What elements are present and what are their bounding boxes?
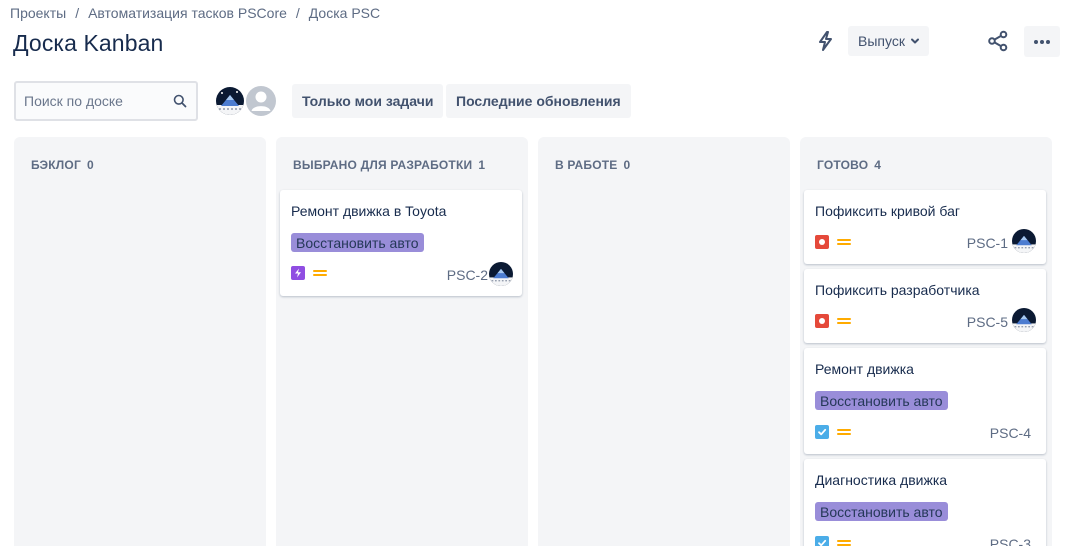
recently-updated-filter[interactable]: Последние обновления [446,84,631,118]
only-my-issues-filter[interactable]: Только мои задачи [292,84,444,118]
priority-medium-icon [837,237,851,247]
priority-medium-icon [837,427,851,437]
issue-key: PSC-4 [989,425,1031,441]
assignee-avatar[interactable] [1012,308,1036,332]
breadcrumb-separator: / [75,5,80,21]
more-icon [1034,39,1050,44]
column-count: 0 [623,158,631,172]
user-avatar-unassigned[interactable] [245,85,277,117]
breadcrumb-separator: / [295,5,300,21]
header-actions: Выпуск [0,25,1069,59]
column-count: 0 [86,158,94,172]
column-selected-for-development: ВЫБРАНО ДЛЯ РАЗРАБОТКИ 1 Ремонт движка в … [276,137,528,546]
person-icon [246,86,276,116]
issue-card[interactable]: Диагностика движка Восстановить авто PSC… [804,459,1046,546]
issue-card[interactable]: Ремонт движка Восстановить авто PSC-4 [804,348,1046,454]
priority-medium-icon [837,316,851,326]
assignee-avatar[interactable] [489,262,513,286]
breadcrumb-projects[interactable]: Проекты [10,5,66,21]
issue-card[interactable]: Ремонт движка в Toyota Восстановить авто… [280,190,522,296]
issue-summary: Ремонт движка в Toyota [291,203,447,219]
column-in-progress: В РАБОТЕ 0 [538,137,790,546]
column-done: ГОТОВО 4 Пофиксить кривой баг PSC-1 Пофи… [800,137,1052,546]
user-avatar-1[interactable] [214,85,246,117]
issue-summary: Пофиксить кривой баг [815,203,960,219]
column-header: БЭКЛОГ 0 [31,158,94,172]
release-label: Выпуск [858,33,905,49]
issue-key: PSC-2 [446,267,488,283]
issue-card[interactable]: Пофиксить разработчика PSC-5 [804,269,1046,343]
column-count: 1 [478,158,486,172]
automation-button[interactable] [810,25,842,57]
board-search [14,81,198,121]
chevron-down-icon [910,38,919,44]
column-title: ВЫБРАНО ДЛЯ РАЗРАБОТКИ [293,158,473,172]
more-actions-button[interactable] [1024,26,1060,57]
kanban-board: БЭКЛОГ 0 ВЫБРАНО ДЛЯ РАЗРАБОТКИ 1 Ремонт д… [0,137,1069,546]
issue-summary: Диагностика движка [815,472,948,488]
column-title: ГОТОВО [817,158,869,172]
column-title: БЭКЛОГ [31,158,81,172]
lightning-icon [819,31,832,51]
board-toolbar: Только мои задачи Последние обновления [0,81,1069,121]
issue-card[interactable]: Пофиксить кривой баг PSC-1 [804,190,1046,264]
share-button[interactable] [982,25,1014,57]
share-icon [988,30,1008,52]
bug-icon [815,235,829,249]
breadcrumb-board[interactable]: Доска PSC [309,5,380,21]
column-header: В РАБОТЕ 0 [555,158,630,172]
priority-medium-icon [313,268,327,278]
search-input[interactable] [24,93,164,109]
issue-key: PSC-1 [966,235,1008,251]
issue-key: PSC-5 [966,314,1008,330]
lightning-icon [291,266,305,280]
avatar-image [216,87,244,115]
issue-summary: Ремонт движка [815,361,914,377]
column-count: 4 [874,158,882,172]
epic-label: Восстановить авто [815,391,948,410]
column-title: В РАБОТЕ [555,158,618,172]
column-header: ВЫБРАНО ДЛЯ РАЗРАБОТКИ 1 [293,158,485,172]
checkbox-task-icon [815,536,829,546]
assignee-avatar[interactable] [1012,229,1036,253]
breadcrumb: Проекты / Автоматизация тасков PSCore / … [10,5,380,21]
priority-medium-icon [837,538,851,546]
issue-summary: Пофиксить разработчика [815,282,980,298]
bug-icon [815,314,829,328]
breadcrumb-project[interactable]: Автоматизация тасков PSCore [88,5,287,21]
checkbox-task-icon [815,425,829,439]
issue-key: PSC-3 [989,536,1031,546]
search-icon [173,94,187,108]
epic-label: Восстановить авто [291,233,424,252]
epic-label: Восстановить авто [815,502,948,521]
column-backlog: БЭКЛОГ 0 [14,137,266,546]
column-header: ГОТОВО 4 [817,158,881,172]
release-button[interactable]: Выпуск [848,26,929,56]
